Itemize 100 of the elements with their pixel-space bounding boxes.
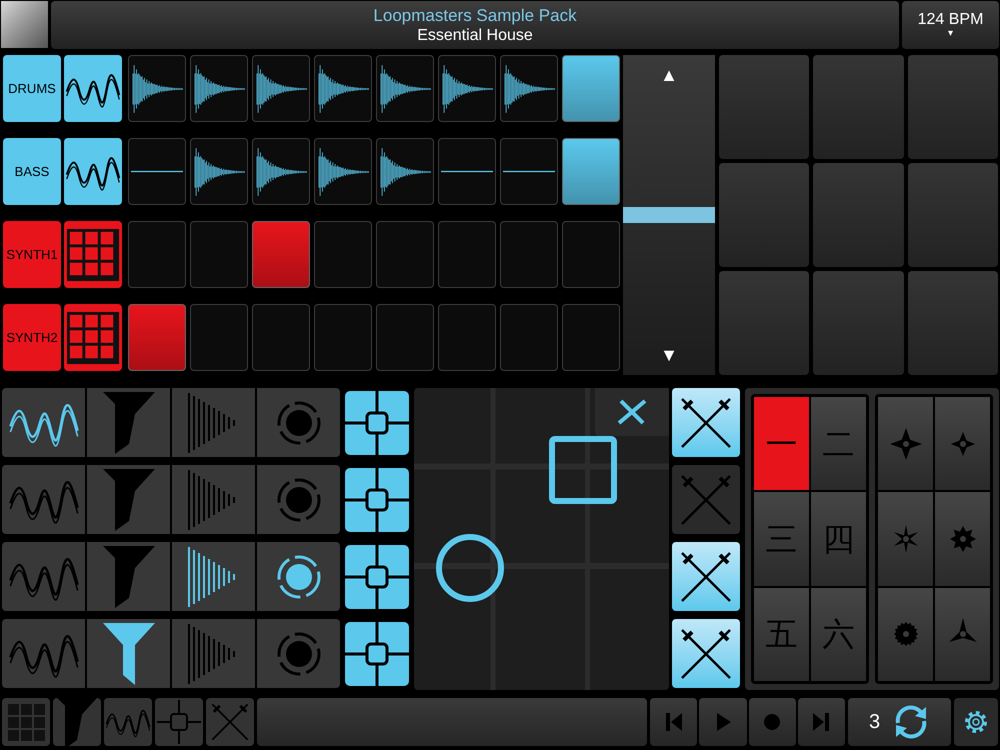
settings-button[interactable] <box>954 698 998 746</box>
loop-button[interactable]: 3 <box>848 698 951 746</box>
clip-slot[interactable] <box>252 138 310 205</box>
clip-slot[interactable] <box>376 138 434 205</box>
xy-link-icon <box>344 466 410 532</box>
filter-icon <box>100 546 156 608</box>
clip-slot[interactable] <box>376 55 434 122</box>
clip-slot[interactable] <box>252 304 310 371</box>
down-arrow[interactable]: ▼ <box>660 345 678 365</box>
shuriken-button[interactable] <box>878 588 933 681</box>
tempo-button[interactable]: 124 BPM ▾ <box>902 1 999 49</box>
filter-icon <box>100 622 156 684</box>
record-button[interactable] <box>748 698 796 746</box>
pattern-tab[interactable]: 一 <box>754 397 809 490</box>
drum-pad[interactable] <box>908 163 998 267</box>
drum-pad[interactable] <box>813 163 904 267</box>
clip-slot[interactable] <box>438 221 496 288</box>
drum-pad[interactable] <box>813 271 904 375</box>
flat-waveform-icon <box>131 170 183 173</box>
midi-track-button[interactable] <box>64 221 122 288</box>
close-button[interactable] <box>595 388 669 436</box>
xy-link-button[interactable] <box>343 542 411 611</box>
clip-slot[interactable] <box>190 138 248 205</box>
drum-pad[interactable] <box>908 55 998 159</box>
track-name-button[interactable]: DRUMS <box>3 55 61 122</box>
xy-link-icon <box>157 700 201 744</box>
slider-thumb[interactable] <box>623 207 715 223</box>
wave-view-button[interactable] <box>104 698 152 746</box>
loop-count: 3 <box>868 710 880 735</box>
delay-button[interactable] <box>172 542 255 611</box>
square-handle[interactable] <box>549 436 617 504</box>
swords-button[interactable] <box>672 542 740 611</box>
clip-slot[interactable] <box>252 221 310 288</box>
clip-slot[interactable] <box>128 304 186 371</box>
swords-button[interactable] <box>672 388 740 457</box>
filter-view-button[interactable] <box>53 698 101 746</box>
drum-pad[interactable] <box>719 163 810 267</box>
shuriken-button[interactable] <box>935 492 990 586</box>
shuriken-button[interactable] <box>935 397 990 490</box>
up-arrow[interactable]: ▲ <box>660 65 678 85</box>
record-icon <box>762 711 782 733</box>
drum-pad[interactable] <box>719 271 810 375</box>
clip-slot[interactable] <box>128 55 186 122</box>
drum-pad[interactable] <box>908 271 998 375</box>
clip-slot[interactable] <box>190 304 248 371</box>
xy-link-button[interactable] <box>343 465 411 534</box>
clip-slot[interactable] <box>128 221 186 288</box>
clip-slot[interactable] <box>500 138 558 205</box>
circle-handle[interactable] <box>436 534 504 602</box>
clip-slot[interactable] <box>562 304 620 371</box>
drum-pad[interactable] <box>719 55 810 159</box>
filter-icon <box>100 468 156 530</box>
clip-slot[interactable] <box>562 221 620 288</box>
volume-slider[interactable]: ▲ ▼ <box>623 55 715 375</box>
clip-slot[interactable] <box>500 221 558 288</box>
clip-slot[interactable] <box>376 304 434 371</box>
shuriken-icon <box>888 426 922 461</box>
shuriken-icon <box>892 621 918 648</box>
settings-icon <box>963 709 989 735</box>
track-name-button[interactable]: BASS <box>3 138 61 205</box>
clip-slot[interactable] <box>314 221 372 288</box>
clip-slot[interactable] <box>314 55 372 122</box>
reverb-button[interactable] <box>257 542 340 611</box>
clip-slot[interactable] <box>314 138 372 205</box>
clip-slot[interactable] <box>500 304 558 371</box>
clip-slot[interactable] <box>128 138 186 205</box>
skip-back-button[interactable] <box>650 698 698 746</box>
xy-link-button[interactable] <box>343 388 411 457</box>
xy-pad[interactable] <box>414 388 669 690</box>
xy-view-button[interactable] <box>155 698 203 746</box>
clip-slot[interactable] <box>562 138 620 205</box>
xy-link-button[interactable] <box>343 619 411 688</box>
track-name-button[interactable]: SYNTH2 <box>3 304 61 371</box>
clip-slot[interactable] <box>252 55 310 122</box>
clip-slot[interactable] <box>562 55 620 122</box>
audio-track-button[interactable] <box>64 55 122 122</box>
shuriken-button[interactable] <box>878 492 933 586</box>
skip-back-icon <box>664 711 684 733</box>
midi-track-button[interactable] <box>64 304 122 371</box>
clip-slot[interactable] <box>190 221 248 288</box>
play-button[interactable] <box>699 698 746 746</box>
clips-view-button[interactable] <box>2 698 50 746</box>
clip-slot[interactable] <box>438 138 496 205</box>
clip-slot[interactable] <box>438 55 496 122</box>
filter-button[interactable] <box>87 619 170 688</box>
oscillator-button[interactable] <box>2 388 85 457</box>
clip-slot[interactable] <box>190 55 248 122</box>
audio-track-button[interactable] <box>64 138 122 205</box>
clip-slot[interactable] <box>438 304 496 371</box>
reverb-icon <box>276 476 322 522</box>
shuriken-button[interactable] <box>878 397 933 490</box>
track-name-button[interactable]: SYNTH1 <box>3 221 61 288</box>
clip-slot[interactable] <box>314 304 372 371</box>
swords-button[interactable] <box>672 619 740 688</box>
shuriken-button[interactable] <box>935 588 990 681</box>
skip-forward-button[interactable] <box>798 698 845 746</box>
clip-slot[interactable] <box>376 221 434 288</box>
swords-view-button[interactable] <box>206 698 254 746</box>
clip-slot[interactable] <box>500 55 558 122</box>
drum-pad[interactable] <box>813 55 904 159</box>
